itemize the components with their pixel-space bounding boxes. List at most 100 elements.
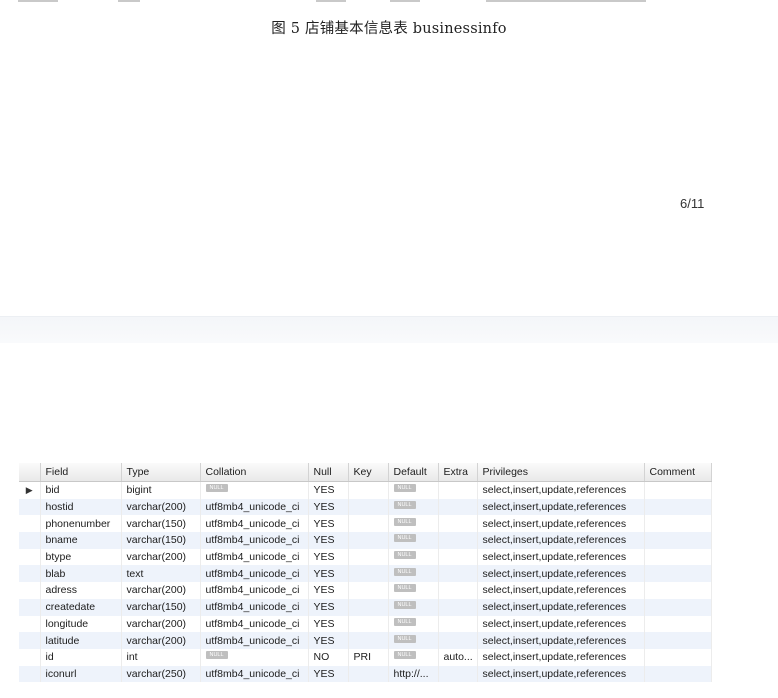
- cell-type[interactable]: varchar(150): [121, 532, 201, 549]
- cell-comment[interactable]: [644, 582, 712, 599]
- cell-comment[interactable]: [644, 648, 712, 666]
- cell-null[interactable]: NO: [308, 648, 349, 666]
- cell-type[interactable]: bigint: [121, 481, 201, 499]
- row-indicator[interactable]: [19, 665, 41, 683]
- cell-extra[interactable]: [438, 532, 478, 549]
- cell-key[interactable]: [348, 665, 389, 683]
- cell-type[interactable]: text: [121, 565, 201, 583]
- column-header-key[interactable]: Key: [348, 463, 389, 482]
- cell-comment[interactable]: [644, 598, 712, 616]
- table-row[interactable]: adress varchar(200) utf8mb4_unicode_ci YES N…: [19, 582, 712, 599]
- cell-field[interactable]: phonenumber: [40, 515, 122, 533]
- row-indicator[interactable]: [19, 582, 41, 599]
- cell-privileges[interactable]: select,insert,update,references: [477, 598, 645, 616]
- cell-null[interactable]: YES: [308, 582, 349, 599]
- cell-comment[interactable]: [644, 481, 712, 499]
- cell-key[interactable]: [348, 565, 389, 583]
- cell-default[interactable]: NULL: [388, 582, 439, 599]
- cell-default[interactable]: NULL: [388, 532, 439, 549]
- table-row[interactable]: latitude varchar(200) utf8mb4_unicode_ci YE…: [19, 632, 712, 649]
- cell-comment[interactable]: [644, 515, 712, 533]
- cell-collation[interactable]: utf8mb4_unicode_ci: [200, 498, 309, 516]
- cell-privileges[interactable]: select,insert,update,references: [477, 565, 645, 583]
- cell-comment[interactable]: [644, 498, 712, 516]
- cell-privileges[interactable]: select,insert,update,references: [477, 548, 645, 566]
- cell-key[interactable]: [348, 582, 389, 599]
- cell-type[interactable]: int: [121, 648, 201, 666]
- cell-field[interactable]: adress: [40, 582, 122, 599]
- table-row[interactable]: phonenumber varchar(150) utf8mb4_unicode_c…: [19, 515, 712, 533]
- table-row[interactable]: bname varchar(150) utf8mb4_unicode_ci YES NU…: [19, 532, 712, 549]
- table-row[interactable]: hostid varchar(200) utf8mb4_unicode_ci YES N…: [19, 498, 712, 516]
- cell-default[interactable]: http://...: [388, 665, 439, 683]
- row-indicator[interactable]: [19, 515, 41, 533]
- cell-extra[interactable]: auto...: [438, 648, 478, 666]
- cell-collation[interactable]: utf8mb4_unicode_ci: [200, 615, 309, 633]
- cell-field[interactable]: latitude: [40, 632, 122, 649]
- cell-field[interactable]: longitude: [40, 615, 122, 633]
- cell-field[interactable]: hostid: [40, 498, 122, 516]
- cell-type[interactable]: varchar(150): [121, 515, 201, 533]
- cell-extra[interactable]: [438, 498, 478, 516]
- cell-collation[interactable]: utf8mb4_unicode_ci: [200, 532, 309, 549]
- cell-privileges[interactable]: select,insert,update,references: [477, 498, 645, 516]
- cell-default[interactable]: NULL: [388, 648, 439, 666]
- row-indicator[interactable]: [19, 648, 41, 666]
- cell-privileges[interactable]: select,insert,update,references: [477, 532, 645, 549]
- cell-key[interactable]: [348, 632, 389, 649]
- cell-collation[interactable]: utf8mb4_unicode_ci: [200, 632, 309, 649]
- column-header-comment[interactable]: Comment: [644, 463, 712, 482]
- cell-default[interactable]: NULL: [388, 565, 439, 583]
- table-row[interactable]: iconurl varchar(250) utf8mb4_unicode_ci YES…: [19, 665, 712, 683]
- cell-key[interactable]: [348, 615, 389, 633]
- cell-collation[interactable]: utf8mb4_unicode_ci: [200, 598, 309, 616]
- cell-null[interactable]: YES: [308, 598, 349, 616]
- column-header-privileges[interactable]: Privileges: [477, 463, 645, 482]
- cell-null[interactable]: YES: [308, 515, 349, 533]
- cell-comment[interactable]: [644, 615, 712, 633]
- cell-default[interactable]: NULL: [388, 632, 439, 649]
- cell-extra[interactable]: [438, 598, 478, 616]
- cell-comment[interactable]: [644, 632, 712, 649]
- cell-extra[interactable]: [438, 515, 478, 533]
- cell-extra[interactable]: [438, 665, 478, 683]
- column-header-extra[interactable]: Extra: [438, 463, 478, 482]
- column-header-default[interactable]: Default: [388, 463, 439, 482]
- cell-null[interactable]: YES: [308, 615, 349, 633]
- row-indicator[interactable]: [19, 548, 41, 566]
- table-row[interactable]: createdate varchar(150) utf8mb4_unicode_ci…: [19, 598, 712, 616]
- column-header-null[interactable]: Null: [308, 463, 349, 482]
- cell-collation[interactable]: utf8mb4_unicode_ci: [200, 565, 309, 583]
- cell-default[interactable]: NULL: [388, 598, 439, 616]
- cell-type[interactable]: varchar(200): [121, 548, 201, 566]
- cell-key[interactable]: [348, 548, 389, 566]
- cell-type[interactable]: varchar(200): [121, 615, 201, 633]
- cell-key[interactable]: [348, 515, 389, 533]
- cell-field[interactable]: btype: [40, 548, 122, 566]
- cell-key[interactable]: PRI: [348, 648, 389, 666]
- cell-collation[interactable]: utf8mb4_unicode_ci: [200, 515, 309, 533]
- row-indicator[interactable]: [19, 598, 41, 616]
- table-structure-grid[interactable]: Field Type Collation Null Key Default Extra Pri…: [19, 463, 712, 683]
- cell-privileges[interactable]: select,insert,update,references: [477, 582, 645, 599]
- cell-comment[interactable]: [644, 665, 712, 683]
- cell-field[interactable]: iconurl: [40, 665, 122, 683]
- cell-extra[interactable]: [438, 615, 478, 633]
- cell-privileges[interactable]: select,insert,update,references: [477, 481, 645, 499]
- cell-extra[interactable]: [438, 481, 478, 499]
- cell-field[interactable]: blab: [40, 565, 122, 583]
- table-row[interactable]: blab text utf8mb4_unicode_ci YES NULL select,…: [19, 565, 712, 583]
- cell-comment[interactable]: [644, 565, 712, 583]
- cell-null[interactable]: YES: [308, 481, 349, 499]
- cell-comment[interactable]: [644, 532, 712, 549]
- cell-field[interactable]: bname: [40, 532, 122, 549]
- cell-key[interactable]: [348, 532, 389, 549]
- cell-null[interactable]: YES: [308, 565, 349, 583]
- table-row[interactable]: btype varchar(200) utf8mb4_unicode_ci YES NU…: [19, 548, 712, 566]
- row-indicator[interactable]: [19, 565, 41, 583]
- cell-privileges[interactable]: select,insert,update,references: [477, 648, 645, 666]
- cell-default[interactable]: NULL: [388, 548, 439, 566]
- cell-null[interactable]: YES: [308, 498, 349, 516]
- column-header-field[interactable]: Field: [40, 463, 122, 482]
- cell-collation[interactable]: utf8mb4_unicode_ci: [200, 665, 309, 683]
